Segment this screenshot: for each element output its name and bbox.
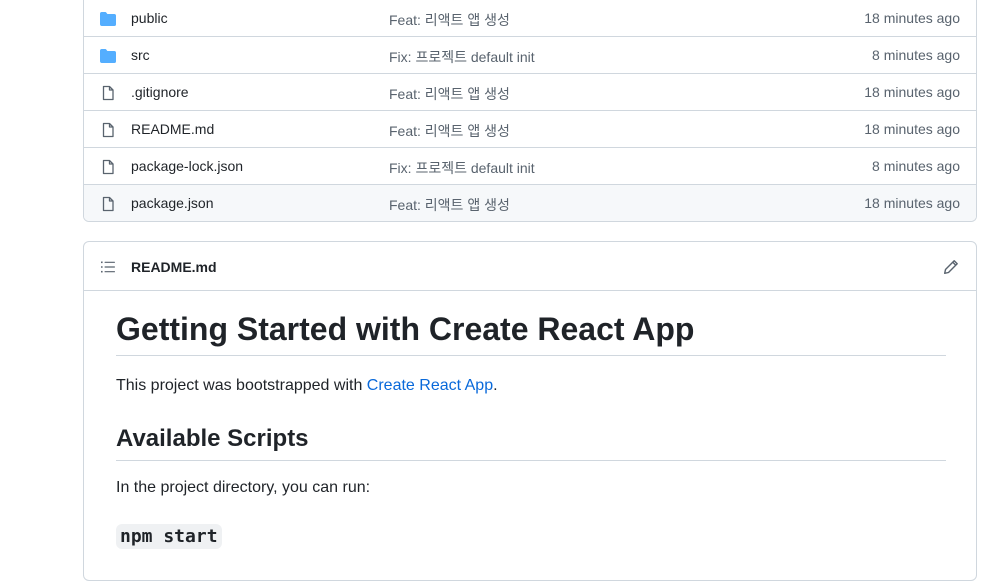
commit-message[interactable]: Feat: 리액트 앱 생성 [389,195,510,215]
commit-age: 18 minutes ago [864,10,960,26]
file-icon [102,159,114,175]
file-row-readme[interactable]: README.md Feat: 리액트 앱 생성 18 minutes ago [84,110,976,147]
file-row-package[interactable]: package.json Feat: 리액트 앱 생성 18 minutes a… [84,184,976,221]
readme-h3: npm start [116,524,222,549]
file-list: public Feat: 리액트 앱 생성 18 minutes ago src… [83,0,977,222]
readme-header: README.md [84,242,976,291]
readme-title[interactable]: README.md [131,259,217,275]
commit-age: 18 minutes ago [864,195,960,211]
file-icon [102,196,114,212]
readme-h1: Getting Started with Create React App [116,309,946,356]
intro-prefix: This project was bootstrapped with [116,377,367,394]
file-row-src[interactable]: src Fix: 프로젝트 default init 8 minutes ago [84,36,976,73]
file-name[interactable]: public [131,10,168,26]
readme-run-text: In the project directory, you can run: [116,479,371,496]
file-icon [102,122,114,138]
intro-suffix: . [493,377,498,394]
file-name[interactable]: package.json [131,195,214,211]
folder-icon [100,12,116,26]
file-row-gitignore[interactable]: .gitignore Feat: 리액트 앱 생성 18 minutes ago [84,73,976,110]
commit-age: 18 minutes ago [864,84,960,100]
create-react-app-link[interactable]: Create React App [367,377,493,394]
file-name[interactable]: src [131,47,150,63]
file-icon [102,85,114,101]
readme-h2: Available Scripts [116,423,946,461]
file-row-package-lock[interactable]: package-lock.json Fix: 프로젝트 default init… [84,147,976,184]
readme-panel: README.md Getting Started with Create Re… [83,241,977,581]
commit-age: 8 minutes ago [872,158,960,174]
file-name[interactable]: README.md [131,121,214,137]
pencil-icon [944,260,958,274]
file-row-public[interactable]: public Feat: 리액트 앱 생성 18 minutes ago [84,0,976,36]
commit-message[interactable]: Feat: 리액트 앱 생성 [389,84,510,104]
file-name[interactable]: .gitignore [131,84,189,100]
commit-message[interactable]: Feat: 리액트 앱 생성 [389,10,510,30]
commit-message[interactable]: Fix: 프로젝트 default init [389,158,535,178]
file-name[interactable]: package-lock.json [131,158,243,174]
npm-start-code: npm start [116,524,222,549]
commit-age: 18 minutes ago [864,121,960,137]
commit-message[interactable]: Feat: 리액트 앱 생성 [389,121,510,141]
folder-icon [100,49,116,63]
commit-message[interactable]: Fix: 프로젝트 default init [389,47,535,67]
readme-intro: This project was bootstrapped with Creat… [116,377,498,395]
commit-age: 8 minutes ago [872,47,960,63]
list-unordered-icon[interactable] [100,259,116,275]
edit-readme-button[interactable] [940,256,962,278]
